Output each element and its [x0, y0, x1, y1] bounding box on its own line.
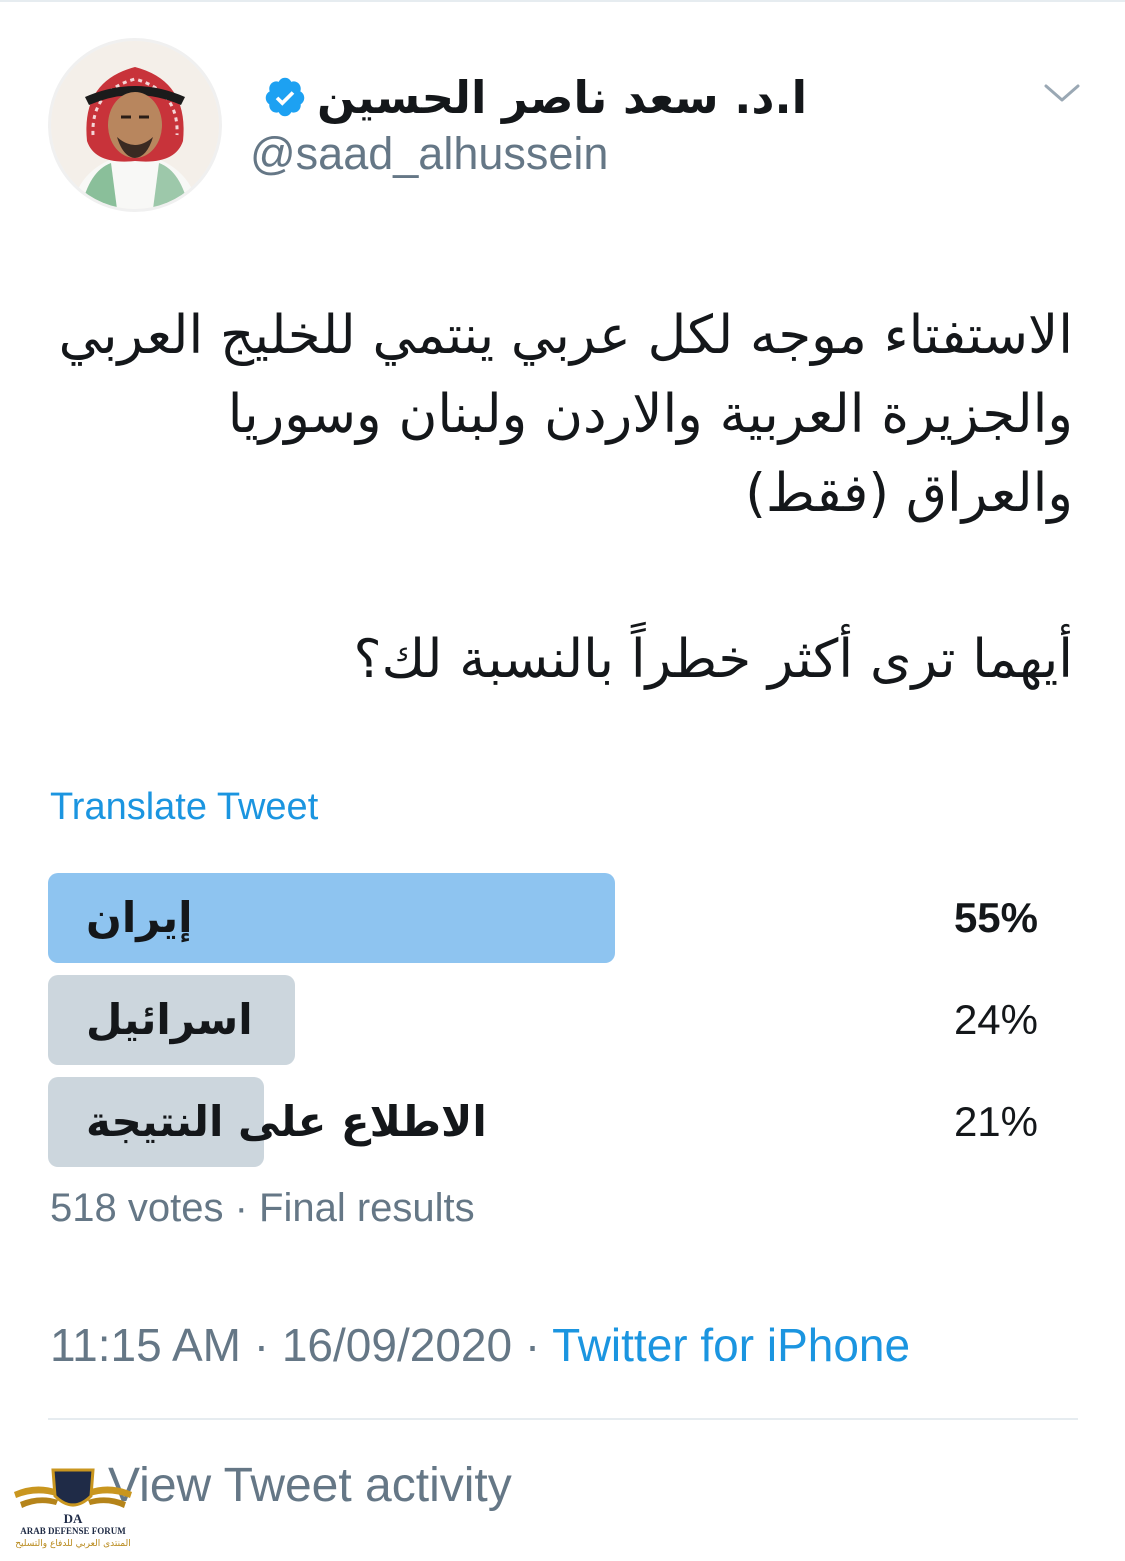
- watermark-logo-text: DA: [64, 1511, 83, 1526]
- user-handle[interactable]: @saad_alhussein: [250, 128, 608, 180]
- tweet-text: الاستفتاء موجه لكل عربي ينتمي للخليج الع…: [58, 305, 1073, 524]
- author-name-row[interactable]: ا.د. سعد ناصر الحسين: [263, 62, 807, 132]
- poll-option: الاطلاع على النتيجة 21%: [48, 1077, 1048, 1167]
- view-tweet-activity-link[interactable]: View Tweet activity: [108, 1458, 512, 1513]
- poll-summary: 518 votes · Final results: [50, 1186, 475, 1231]
- meta-separator: ·: [253, 1319, 270, 1371]
- translate-tweet-link[interactable]: Translate Tweet: [50, 786, 318, 829]
- tweet-timestamp: 11:15 AM · 16/09/2020 · Twitter for iPho…: [50, 1318, 910, 1372]
- tweet-question: أيهما ترى أكثر خطراً بالنسبة لك؟: [353, 629, 1074, 690]
- poll-option-label: اسرائيل: [86, 995, 253, 1044]
- chevron-down-icon[interactable]: [1042, 80, 1082, 108]
- top-border: [0, 0, 1125, 2]
- forum-emblem-icon: DA: [14, 1468, 132, 1526]
- poll-option-label: إيران: [86, 893, 193, 942]
- tweet-time: 11:15 AM: [50, 1319, 241, 1371]
- tweet-date: 16/09/2020: [281, 1319, 513, 1371]
- watermark-name-en: ARAB DEFENSE FORUM: [20, 1526, 126, 1536]
- poll-option-label: الاطلاع على النتيجة: [86, 1097, 487, 1146]
- poll-status: Final results: [259, 1186, 475, 1230]
- avatar[interactable]: [48, 38, 222, 212]
- watermark-logo: DA ARAB DEFENSE FORUM المنتدى العربي للد…: [6, 1462, 140, 1558]
- meta-separator: ·: [234, 1186, 248, 1230]
- poll-votes: 518 votes: [50, 1186, 224, 1230]
- poll-option-percent: 24%: [953, 996, 1038, 1043]
- meta-separator: ·: [524, 1319, 541, 1371]
- poll-option-percent: 21%: [953, 1098, 1038, 1145]
- poll-option: إيران 55%: [48, 873, 1048, 963]
- avatar-portrait-icon: [51, 41, 219, 209]
- divider: [48, 1418, 1078, 1420]
- verified-badge-icon: [263, 75, 307, 119]
- display-name[interactable]: ا.د. سعد ناصر الحسين: [317, 71, 807, 124]
- poll-option: اسرائيل 24%: [48, 975, 1048, 1065]
- tweet-source-link[interactable]: Twitter for iPhone: [552, 1319, 910, 1371]
- poll-option-percent: 55%: [953, 894, 1038, 941]
- watermark-name-ar: المنتدى العربي للدفاع والتسليح: [15, 1539, 131, 1549]
